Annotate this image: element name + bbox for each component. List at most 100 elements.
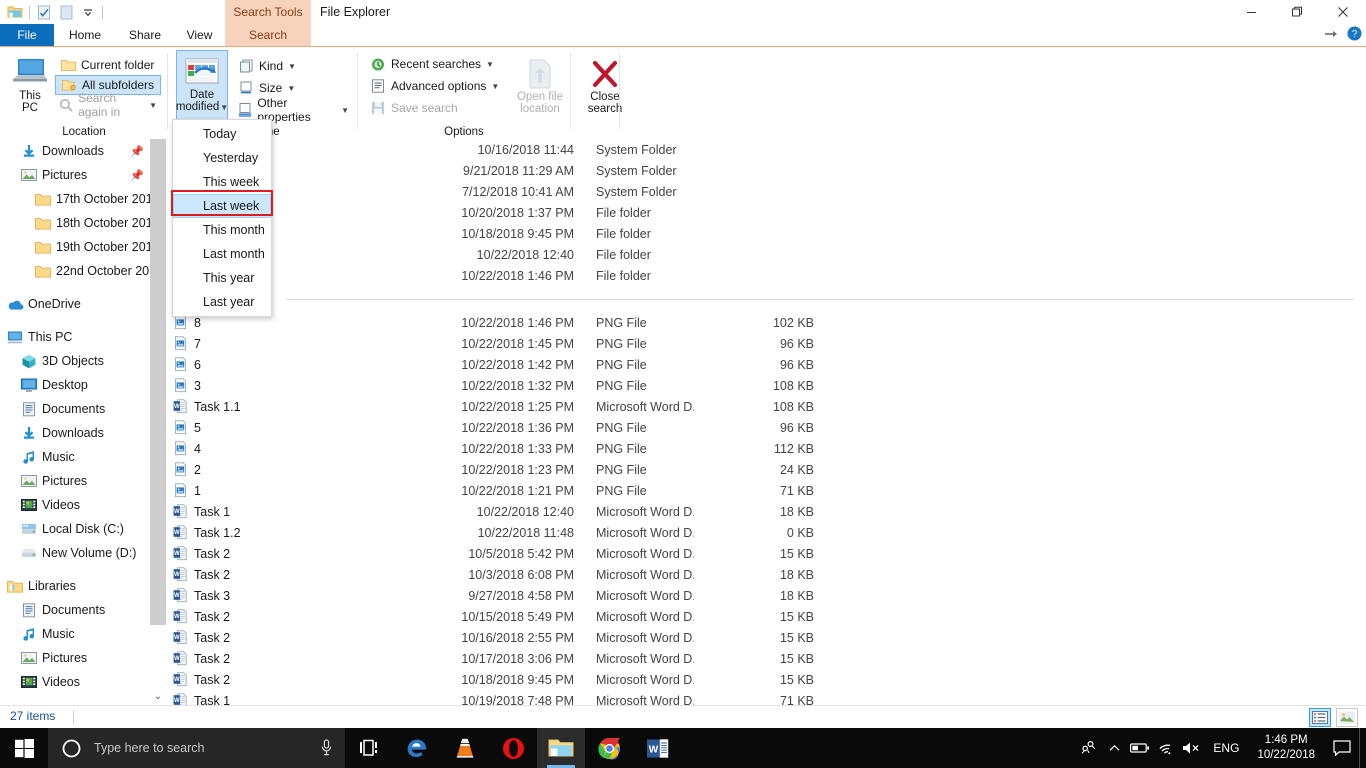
- menu-item-this-year[interactable]: This year: [173, 266, 271, 290]
- table-row[interactable]: WTask 110/22/2018 12:40Microsoft Word D.…: [166, 501, 1366, 522]
- table-row[interactable]: 710/22/2018 1:45 PMPNG File96 KB: [166, 333, 1366, 354]
- table-row[interactable]: r 201810/18/2018 9:45 PMFile folder: [166, 223, 1366, 244]
- table-row[interactable]: 310/22/2018 1:32 PMPNG File108 KB: [166, 375, 1366, 396]
- show-hidden-icons-icon[interactable]: [1101, 728, 1127, 768]
- nav-item-pictures[interactable]: Pictures📌: [0, 163, 150, 187]
- microsoft-word-button[interactable]: W: [633, 728, 681, 768]
- chevron-down-icon[interactable]: ▼: [149, 101, 157, 110]
- table-row[interactable]: WTask 210/15/2018 5:49 PMMicrosoft Word …: [166, 606, 1366, 627]
- open-file-location-button[interactable]: Open file location: [511, 53, 569, 115]
- nav-item-18th-october-2018[interactable]: 18th October 2018: [0, 211, 150, 235]
- nav-item-pictures[interactable]: Pictures: [0, 469, 150, 493]
- file-list-view[interactable]: 10/16/2018 11:44System Folder9/21/2018 1…: [166, 139, 1366, 705]
- help-icon[interactable]: ?: [1347, 26, 1362, 44]
- maximize-button[interactable]: [1274, 0, 1320, 24]
- vlc-media-player-button[interactable]: [441, 728, 489, 768]
- table-row[interactable]: WTask 210/5/2018 5:42 PMMicrosoft Word D…: [166, 543, 1366, 564]
- tab-view[interactable]: View: [174, 24, 225, 46]
- file-group-header[interactable]: (20): [166, 286, 1366, 312]
- navigation-scrollbar-thumb[interactable]: [150, 139, 166, 625]
- recent-searches-chevron-icon[interactable]: ▼: [486, 60, 494, 69]
- nav-item-22nd-october-2018[interactable]: 22nd October 2018: [0, 259, 150, 283]
- this-pc-button[interactable]: This PC: [6, 53, 54, 114]
- start-button[interactable]: [0, 728, 48, 768]
- advanced-options-button[interactable]: Advanced options ▼: [366, 75, 506, 97]
- nav-item-documents[interactable]: Documents: [0, 598, 150, 622]
- current-folder-option[interactable]: Current folder: [55, 55, 161, 75]
- menu-item-this-month[interactable]: This month: [173, 218, 271, 242]
- action-center-icon[interactable]: [1325, 728, 1359, 768]
- table-row[interactable]: 410/22/2018 1:33 PMPNG File112 KB: [166, 438, 1366, 459]
- navigation-scrollbar[interactable]: ⌄: [150, 139, 166, 705]
- table-row[interactable]: WTask 210/3/2018 6:08 PMMicrosoft Word D…: [166, 564, 1366, 585]
- nav-item-downloads[interactable]: Downloads📌: [0, 139, 150, 163]
- save-search-button[interactable]: Save search: [366, 97, 506, 119]
- volume-muted-icon[interactable]: [1179, 728, 1205, 768]
- collapse-ribbon-icon[interactable]: [1324, 28, 1339, 43]
- close-button[interactable]: [1320, 0, 1366, 24]
- nav-item-videos[interactable]: Videos: [0, 670, 150, 694]
- microphone-icon[interactable]: [320, 739, 333, 759]
- menu-item-this-week[interactable]: This week: [173, 170, 271, 194]
- size-chevron-icon[interactable]: ▼: [287, 84, 295, 93]
- nav-item-downloads[interactable]: Downloads: [0, 421, 150, 445]
- large-icons-view-button[interactable]: [1336, 708, 1358, 727]
- recent-searches-button[interactable]: Recent searches ▼: [366, 53, 506, 75]
- nav-item-videos[interactable]: Videos: [0, 493, 150, 517]
- details-view-button[interactable]: [1309, 708, 1331, 727]
- people-icon[interactable]: [1075, 728, 1101, 768]
- kind-chevron-icon[interactable]: ▼: [288, 62, 296, 71]
- show-desktop-button[interactable]: [1359, 728, 1366, 768]
- wifi-icon[interactable]: [1153, 728, 1179, 768]
- opera-browser-button[interactable]: [489, 728, 537, 768]
- properties-icon[interactable]: [33, 2, 55, 22]
- table-row[interactable]: 210/22/2018 1:23 PMPNG File24 KB: [166, 459, 1366, 480]
- nav-item-this-pc[interactable]: This PC: [0, 325, 150, 349]
- new-folder-icon[interactable]: [55, 2, 77, 22]
- nav-item-new-volume-d[interactable]: New Volume (D:): [0, 541, 150, 565]
- table-row[interactable]: 810/22/2018 1:46 PMPNG File102 KB: [166, 312, 1366, 333]
- pin-icon[interactable]: 📌: [130, 145, 144, 158]
- language-indicator[interactable]: ENG: [1205, 741, 1247, 755]
- menu-item-last-week[interactable]: Last week: [173, 194, 271, 218]
- pin-icon[interactable]: 📌: [130, 169, 144, 182]
- menu-item-today[interactable]: Today: [173, 122, 271, 146]
- search-again-in-option[interactable]: Search again in ▼: [55, 95, 161, 115]
- table-row[interactable]: 510/22/2018 1:36 PMPNG File96 KB: [166, 417, 1366, 438]
- scroll-down-arrow-icon[interactable]: ⌄: [150, 687, 166, 705]
- menu-item-yesterday[interactable]: Yesterday: [173, 146, 271, 170]
- taskbar-search-box[interactable]: Type here to search: [48, 728, 345, 768]
- table-row[interactable]: 10/16/2018 11:44System Folder: [166, 139, 1366, 160]
- nav-item-documents[interactable]: Documents: [0, 397, 150, 421]
- nav-item-libraries[interactable]: Libraries: [0, 574, 150, 598]
- tab-share[interactable]: Share: [116, 24, 174, 46]
- table-row[interactable]: WTask 210/17/2018 3:06 PMMicrosoft Word …: [166, 648, 1366, 669]
- nav-item-music[interactable]: Music: [0, 622, 150, 646]
- nav-item-3d-objects[interactable]: 3D Objects: [0, 349, 150, 373]
- nav-item-pictures[interactable]: Pictures: [0, 646, 150, 670]
- table-row[interactable]: r 201810/20/2018 1:37 PMFile folder: [166, 202, 1366, 223]
- google-chrome-button[interactable]: [585, 728, 633, 768]
- close-search-button[interactable]: Close search: [576, 53, 634, 115]
- tab-home[interactable]: Home: [54, 24, 116, 46]
- clock[interactable]: 1:46 PM 10/22/2018: [1247, 733, 1325, 763]
- navigation-pane[interactable]: Downloads📌Pictures📌17th October 201818th…: [0, 139, 150, 705]
- nav-item-17th-october-2018[interactable]: 17th October 2018: [0, 187, 150, 211]
- task-view-button[interactable]: [345, 728, 393, 768]
- kind-button[interactable]: Kind ▼: [234, 55, 352, 77]
- table-row[interactable]: WTask 39/27/2018 4:58 PMMicrosoft Word D…: [166, 585, 1366, 606]
- tab-file[interactable]: File: [0, 24, 54, 46]
- table-row[interactable]: er 201810/22/2018 1:46 PMFile folder: [166, 265, 1366, 286]
- date-modified-dropdown-menu[interactable]: TodayYesterdayThis weekLast weekThis mon…: [172, 119, 272, 317]
- table-row[interactable]: r 201810/22/2018 12:40File folder: [166, 244, 1366, 265]
- nav-item-music[interactable]: Music: [0, 445, 150, 469]
- menu-item-last-year[interactable]: Last year: [173, 290, 271, 314]
- battery-icon[interactable]: [1127, 728, 1153, 768]
- advanced-options-chevron-icon[interactable]: ▼: [491, 82, 499, 91]
- table-row[interactable]: 110/22/2018 1:21 PMPNG File71 KB: [166, 480, 1366, 501]
- date-modified-chevron-icon[interactable]: ▼: [220, 103, 228, 112]
- nav-item-onedrive[interactable]: OneDrive: [0, 292, 150, 316]
- tab-search[interactable]: Search: [225, 24, 311, 46]
- nav-item-desktop[interactable]: Desktop: [0, 373, 150, 397]
- cortana-circle-icon[interactable]: [48, 739, 94, 758]
